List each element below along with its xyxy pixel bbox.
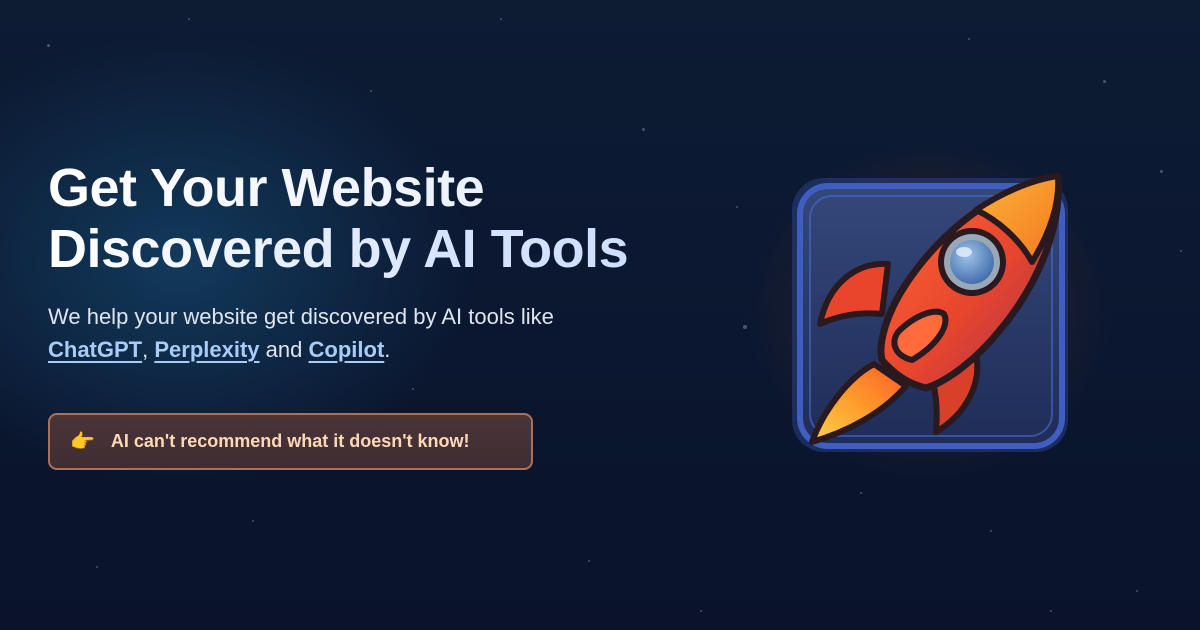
subtitle-end: .	[384, 337, 391, 362]
hero-section: Get Your Website Discovered by AI Tools …	[48, 158, 748, 366]
title-line-1: Get Your Website	[48, 158, 748, 219]
callout-text: AI can't recommend what it doesn't know!	[110, 431, 470, 451]
pointing-hand-icon: 👉	[70, 431, 95, 453]
page-title: Get Your Website Discovered by AI Tools	[48, 158, 748, 280]
rocket-icon	[786, 164, 1076, 459]
subtitle-sep-2: and	[265, 337, 303, 362]
perplexity-link[interactable]: Perplexity	[154, 337, 259, 362]
title-line-2: Discovered by AI Tools	[48, 219, 748, 280]
callout-banner: 👉 AI can't recommend what it doesn't kno…	[48, 413, 533, 470]
subtitle-sep-1: ,	[142, 337, 149, 362]
chatgpt-link[interactable]: ChatGPT	[48, 337, 142, 362]
subtitle-text: We help your website get discovered by A…	[48, 304, 554, 329]
copilot-link[interactable]: Copilot	[309, 337, 385, 362]
hero-subtitle: We help your website get discovered by A…	[48, 300, 748, 366]
